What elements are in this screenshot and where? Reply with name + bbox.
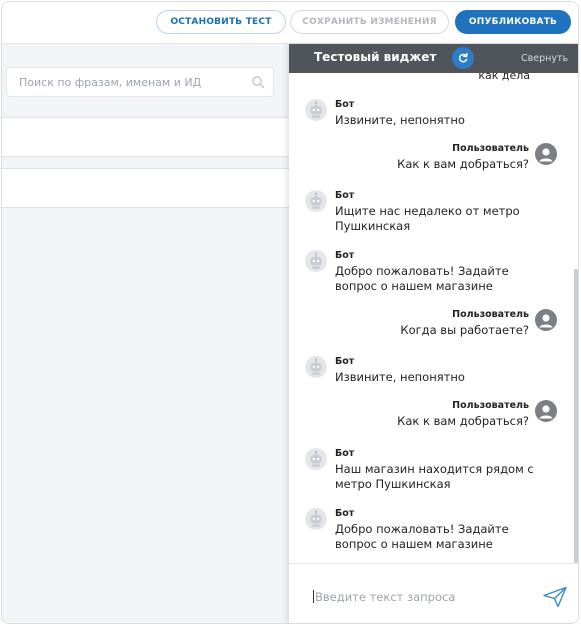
- stop-test-button[interactable]: ОСТАНОВИТЬ ТЕСТ: [156, 10, 286, 34]
- message-input[interactable]: Введите текст запроса: [289, 563, 578, 623]
- list-item[interactable]: [2, 168, 289, 208]
- list-item[interactable]: [2, 117, 289, 157]
- user-icon: [539, 314, 553, 328]
- message-text: Извините, непонятно: [335, 113, 465, 127]
- message-sender: Пользователь: [452, 309, 529, 320]
- message-sender: Бот: [335, 508, 355, 519]
- save-changes-button[interactable]: СОХРАНИТЬ ИЗМЕНЕНИЯ: [290, 10, 449, 34]
- robot-icon: [310, 192, 322, 209]
- message-sender: Бот: [335, 448, 355, 459]
- message-sender: Бот: [335, 356, 355, 367]
- message-text: Как к вам добраться?: [397, 157, 529, 171]
- search-input[interactable]: Поиск по фразам, именам и ИД: [6, 67, 274, 97]
- user-avatar: [535, 309, 557, 331]
- robot-icon: [310, 510, 322, 527]
- robot-icon: [310, 450, 322, 467]
- robot-icon: [310, 252, 322, 269]
- chat-scrollbar[interactable]: [574, 269, 578, 563]
- intent-list-pane: Поиск по фразам, именам и ИД: [2, 44, 289, 623]
- search-bar: Поиск по фразам, именам и ИД: [2, 44, 289, 117]
- user-avatar: [535, 143, 557, 165]
- widget-title: Тестовый виджет: [314, 50, 437, 64]
- robot-icon: [310, 101, 322, 118]
- message-text: Как к вам добраться?: [397, 414, 529, 428]
- input-placeholder: Введите текст запроса: [315, 590, 456, 604]
- search-icon[interactable]: [251, 75, 265, 89]
- user-icon: [539, 148, 553, 162]
- publish-button[interactable]: ОПУБЛИКОВАТЬ: [455, 10, 571, 34]
- refresh-icon: [458, 52, 468, 63]
- message-text: Извините, непонятно: [335, 370, 465, 384]
- app-frame: ОСТАНОВИТЬ ТЕСТ СОХРАНИТЬ ИЗМЕНЕНИЯ ОПУБ…: [1, 1, 579, 624]
- bot-avatar: [305, 508, 327, 530]
- bot-avatar: [305, 448, 327, 470]
- bot-avatar: [305, 356, 327, 378]
- message-sender: Бот: [335, 250, 355, 261]
- refresh-button[interactable]: [452, 47, 474, 69]
- widget-header: Тестовый виджет Свернуть: [289, 44, 578, 73]
- message-text: Наш магазин находится рядом с метро Пушк…: [335, 462, 534, 491]
- test-widget: Тестовый виджет Свернуть как дела Бот Из…: [289, 44, 578, 623]
- text-cursor: [313, 590, 314, 603]
- top-toolbar: ОСТАНОВИТЬ ТЕСТ СОХРАНИТЬ ИЗМЕНЕНИЯ ОПУБ…: [2, 2, 578, 44]
- bot-avatar: [305, 190, 327, 212]
- chat-history[interactable]: как дела Бот Извините, непонятно Пользов…: [289, 73, 578, 563]
- robot-icon: [310, 358, 322, 375]
- message-sender: Пользователь: [452, 400, 529, 411]
- message-sender: Бот: [335, 99, 355, 110]
- bot-avatar: [305, 250, 327, 272]
- message-text: Когда вы работаете?: [400, 323, 529, 337]
- clipped-message: как дела: [478, 73, 530, 82]
- user-avatar: [535, 400, 557, 422]
- send-icon[interactable]: [542, 586, 568, 608]
- message-text: Ищите нас недалеко от метро Пушкинская: [335, 204, 520, 233]
- search-placeholder: Поиск по фразам, именам и ИД: [19, 76, 202, 89]
- bot-avatar: [305, 99, 327, 121]
- user-icon: [539, 405, 553, 419]
- collapse-button[interactable]: Свернуть: [521, 53, 568, 64]
- message-text: Добро пожаловать! Задайте вопрос о нашем…: [335, 264, 509, 293]
- message-text: Добро пожаловать! Задайте вопрос о нашем…: [335, 522, 509, 551]
- message-sender: Пользователь: [452, 143, 529, 154]
- message-sender: Бот: [335, 190, 355, 201]
